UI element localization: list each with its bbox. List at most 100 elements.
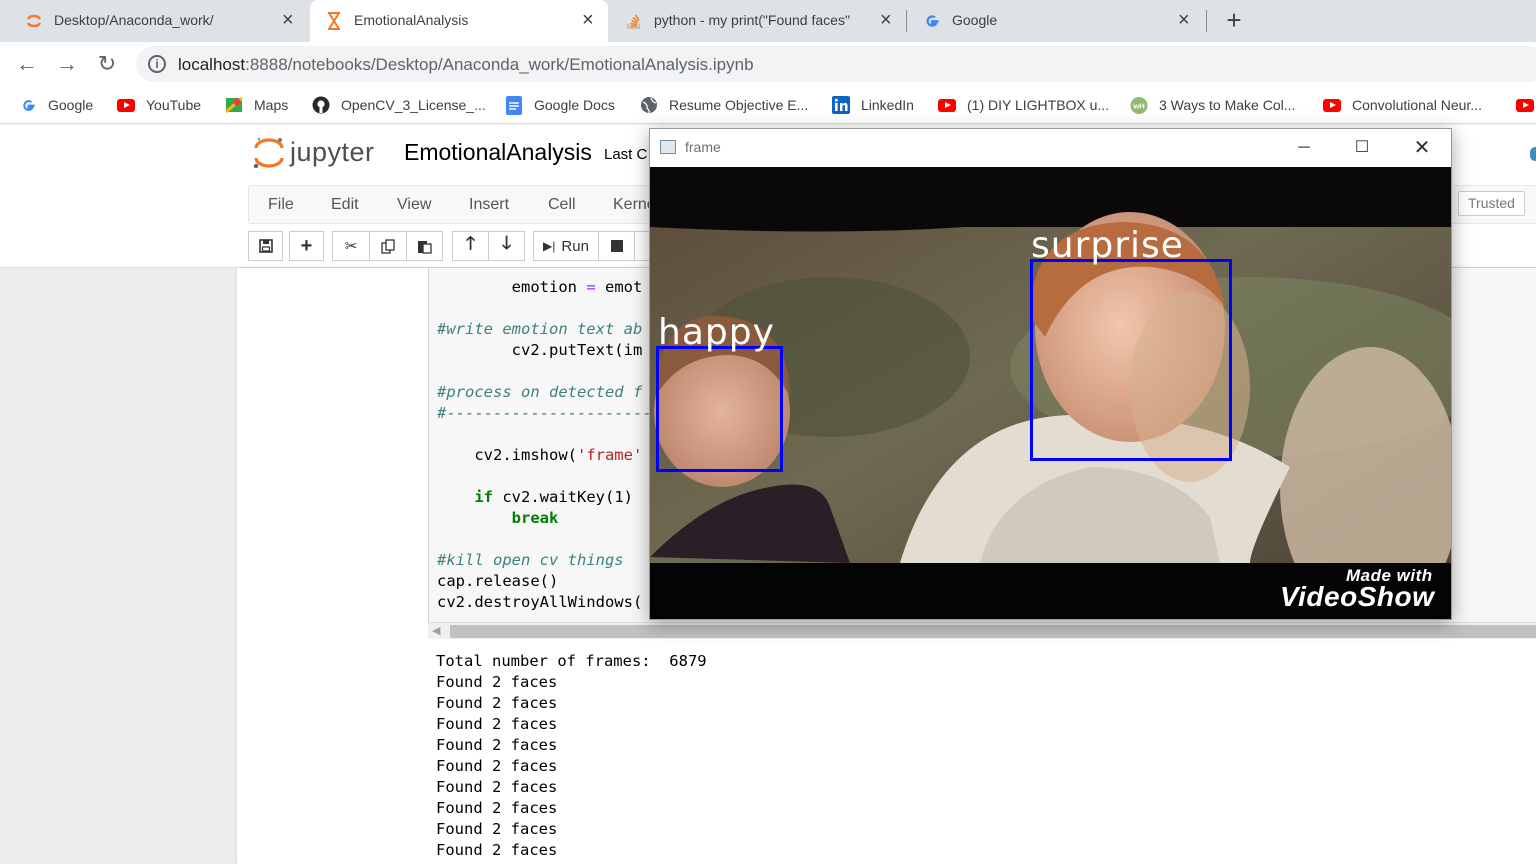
tab-title: Desktop/Anaconda_work/ xyxy=(54,12,214,28)
hourglass-icon xyxy=(324,11,344,31)
move-down-button[interactable]: 🡓 xyxy=(488,231,525,261)
menu-cell[interactable]: Cell xyxy=(548,196,576,214)
insert-cell-button[interactable]: + xyxy=(289,231,324,261)
code-token: #kill open cv things xyxy=(437,551,624,569)
code-line: cv2.putText(im xyxy=(437,341,643,359)
code-token: #---------------------- xyxy=(437,404,652,422)
address-bar[interactable]: i localhost:8888/notebooks/Desktop/Anaco… xyxy=(136,46,1536,82)
bookmark-label: Resume Objective E... xyxy=(669,97,809,113)
menu-view[interactable]: View xyxy=(397,196,431,214)
output-line: Found 2 faces xyxy=(436,778,558,796)
menu-insert[interactable]: Insert xyxy=(469,196,509,214)
google-icon xyxy=(922,11,942,31)
scroll-left-icon[interactable]: ◀ xyxy=(432,624,440,637)
cut-button[interactable]: ✂ xyxy=(332,231,370,261)
output-line: Found 2 faces xyxy=(436,673,558,691)
bookmark-maps[interactable]: Maps xyxy=(225,94,288,116)
run-button[interactable]: ▶| Run xyxy=(533,231,599,261)
bookmarks-bar: Google YouTube Maps OpenCV_3_License_...… xyxy=(0,86,1536,124)
minimize-button[interactable]: ─ xyxy=(1284,134,1324,162)
close-window-button[interactable]: ✕ xyxy=(1402,134,1442,162)
info-icon[interactable]: i xyxy=(148,55,166,73)
code-token: emot xyxy=(595,278,643,296)
youtube-icon xyxy=(938,96,956,114)
docs-icon xyxy=(505,95,523,115)
move-up-button[interactable]: 🡑 xyxy=(452,231,489,261)
bookmark-google-docs[interactable]: Google Docs xyxy=(505,94,615,116)
jupyter-icon xyxy=(24,11,44,31)
notebook-name[interactable]: EmotionalAnalysis xyxy=(404,139,592,166)
menu-file[interactable]: File xyxy=(268,196,294,214)
code-line: cv2.imshow('frame' xyxy=(437,446,642,464)
tab-google[interactable]: Google × xyxy=(908,0,1204,42)
copy-button[interactable] xyxy=(369,231,407,261)
horizontal-scrollbar[interactable]: ◀ xyxy=(428,622,1536,639)
wikihow-icon: wH xyxy=(1130,96,1148,114)
scrollbar-thumb[interactable] xyxy=(450,625,1536,638)
tab-desktop[interactable]: Desktop/Anaconda_work/ × xyxy=(10,0,306,42)
tab-title: EmotionalAnalysis xyxy=(354,12,469,28)
back-icon[interactable]: ← xyxy=(15,52,39,76)
bookmark-label: Google xyxy=(48,97,94,113)
url-text[interactable]: localhost:8888/notebooks/Desktop/Anacond… xyxy=(178,55,754,75)
plus-icon: + xyxy=(300,234,313,257)
code-token: #write emotion text ab xyxy=(437,320,643,338)
google-icon xyxy=(19,96,37,114)
url-host: localhost xyxy=(178,55,246,74)
youtube-icon xyxy=(1323,96,1341,114)
save-button[interactable] xyxy=(248,231,283,261)
bookmark-opencv-license[interactable]: OpenCV_3_License_... xyxy=(312,94,486,116)
navigation-bar: ← → ↻ i localhost:8888/notebooks/Desktop… xyxy=(0,42,1536,86)
output-line: Total number of frames: 6879 xyxy=(436,652,707,670)
scissors-icon: ✂ xyxy=(344,238,358,255)
bookmark-google[interactable]: Google xyxy=(19,94,93,116)
reload-icon[interactable]: ↻ xyxy=(95,52,119,76)
close-icon[interactable]: × xyxy=(282,10,294,30)
code-line: cv2.destroyAllWindows( xyxy=(437,593,642,611)
github-icon xyxy=(312,96,330,114)
code-token: cv2.putText(im xyxy=(437,341,643,359)
linkedin-icon xyxy=(832,96,850,114)
code-line: #---------------------- xyxy=(437,404,652,422)
jupyter-wordmark: jupyter xyxy=(290,137,375,167)
close-icon[interactable]: × xyxy=(582,10,594,30)
copy-icon xyxy=(380,238,395,254)
bookmark-label: Google Docs xyxy=(534,97,615,113)
paste-button[interactable] xyxy=(406,231,443,261)
new-tab-button[interactable]: + xyxy=(1220,6,1248,34)
output-line: Found 2 faces xyxy=(436,799,558,817)
bookmark-3-ways[interactable]: wH 3 Ways to Make Col... xyxy=(1130,94,1295,116)
bookmark-youtube[interactable]: YouTube xyxy=(117,94,201,116)
tab-stackoverflow[interactable]: python - my print("Found faces" × xyxy=(610,0,902,42)
trusted-badge[interactable]: Trusted xyxy=(1458,191,1525,216)
bookmark-overflow[interactable] xyxy=(1516,94,1536,116)
bookmark-convolutional[interactable]: Convolutional Neur... xyxy=(1323,94,1482,116)
code-line: cap.release() xyxy=(437,572,558,590)
stackoverflow-icon xyxy=(624,11,644,31)
code-line: if cv2.waitKey(1) xyxy=(437,488,633,506)
close-icon[interactable]: × xyxy=(1178,10,1190,30)
close-icon[interactable]: × xyxy=(880,10,892,30)
opencv-frame-window[interactable]: frame ─ ☐ ✕ happy surprise Made with Vid… xyxy=(649,128,1452,620)
emotion-label-surprise: surprise xyxy=(1031,225,1184,266)
code-line: #kill open cv things xyxy=(437,551,624,569)
maximize-button[interactable]: ☐ xyxy=(1342,134,1382,162)
window-title: frame xyxy=(685,139,721,155)
tab-emotional-analysis[interactable]: EmotionalAnalysis × xyxy=(310,0,608,42)
bookmark-label: Convolutional Neur... xyxy=(1352,97,1482,113)
tab-title: python - my print("Found faces" xyxy=(654,12,850,28)
interrupt-button[interactable] xyxy=(598,231,635,261)
code-line: #write emotion text ab xyxy=(437,320,642,338)
jupyter-logo-icon[interactable] xyxy=(252,135,286,171)
bookmark-diy-lightbox[interactable]: (1) DIY LIGHTBOX u... xyxy=(938,94,1109,116)
emotion-label-happy: happy xyxy=(658,312,775,353)
bookmark-linkedin[interactable]: LinkedIn xyxy=(832,94,914,116)
face-bounding-box-happy xyxy=(656,346,783,472)
menu-edit[interactable]: Edit xyxy=(331,196,359,214)
bookmark-resume-objective[interactable]: Resume Objective E... xyxy=(640,94,808,116)
forward-icon[interactable]: → xyxy=(55,52,79,76)
url-path: :8888/notebooks/Desktop/Anaconda_work/Em… xyxy=(245,55,754,74)
bookmark-label: YouTube xyxy=(146,97,202,113)
output-line: Found 2 faces xyxy=(436,841,558,859)
watermark-videoshow: VideoShow xyxy=(1280,581,1435,612)
